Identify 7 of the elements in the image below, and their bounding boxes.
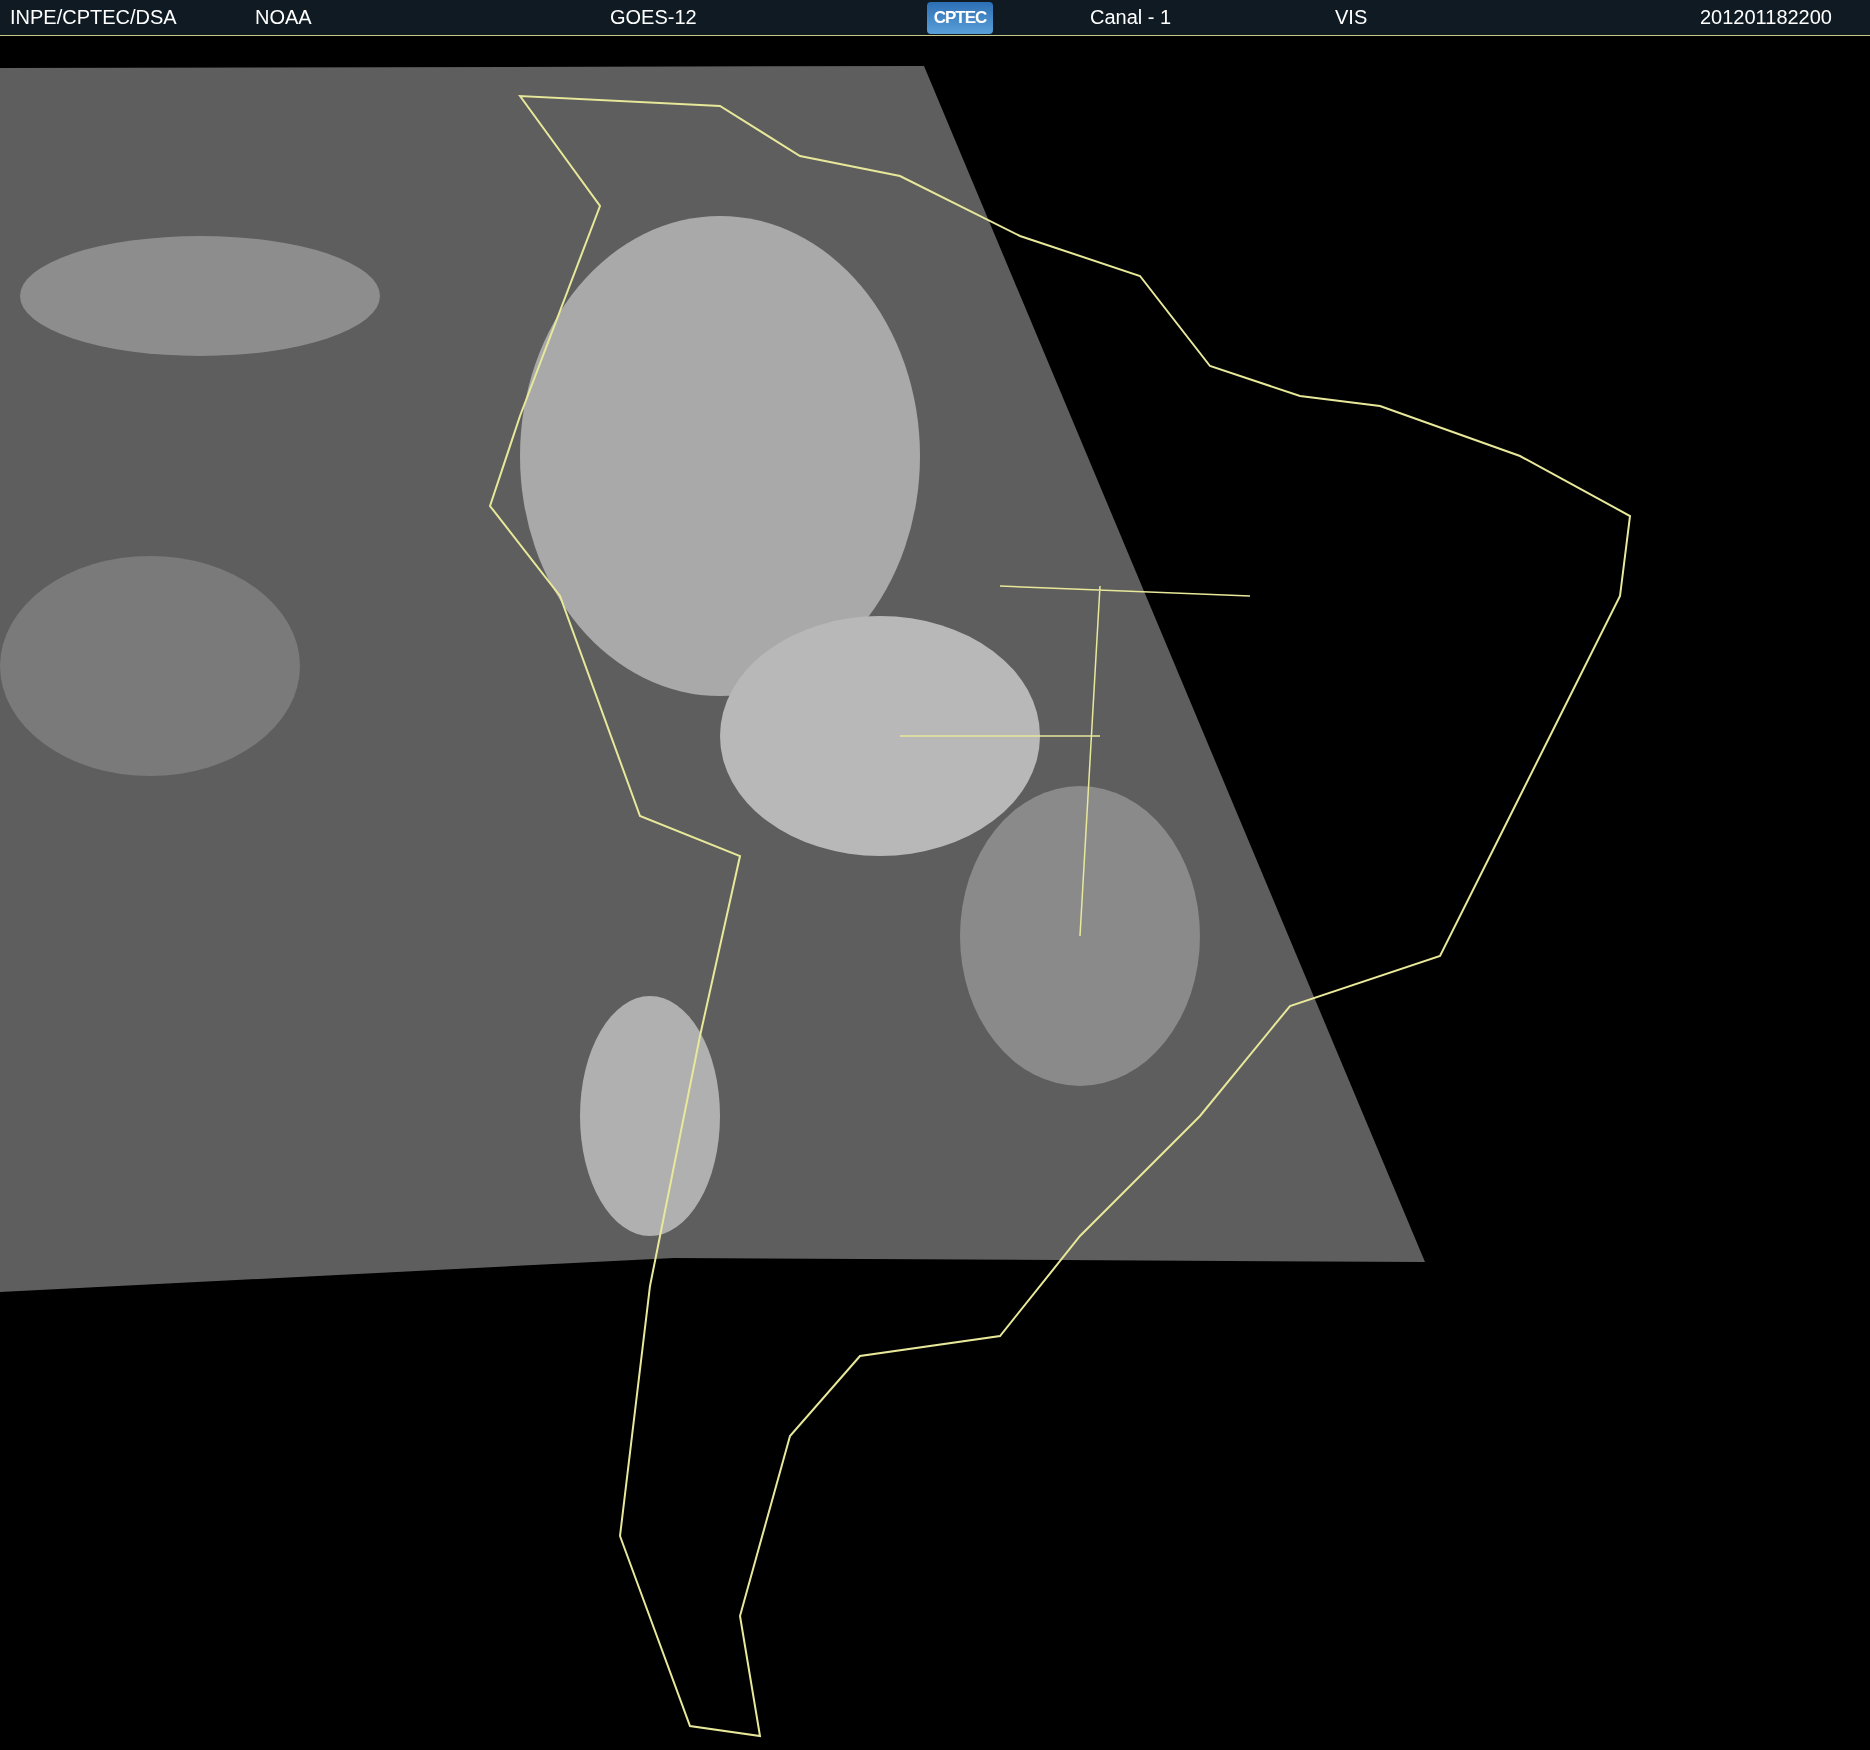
- header-label: GOES-12: [610, 6, 697, 29]
- header-label: 201201182200: [1700, 6, 1832, 29]
- logo-icon: CPTEC: [927, 1, 993, 34]
- header-label: NOAA: [255, 6, 312, 29]
- header-label: INPE/CPTEC/DSA: [10, 6, 177, 29]
- header-label: Canal - 1: [1090, 6, 1172, 29]
- header-label: VIS: [1335, 6, 1368, 29]
